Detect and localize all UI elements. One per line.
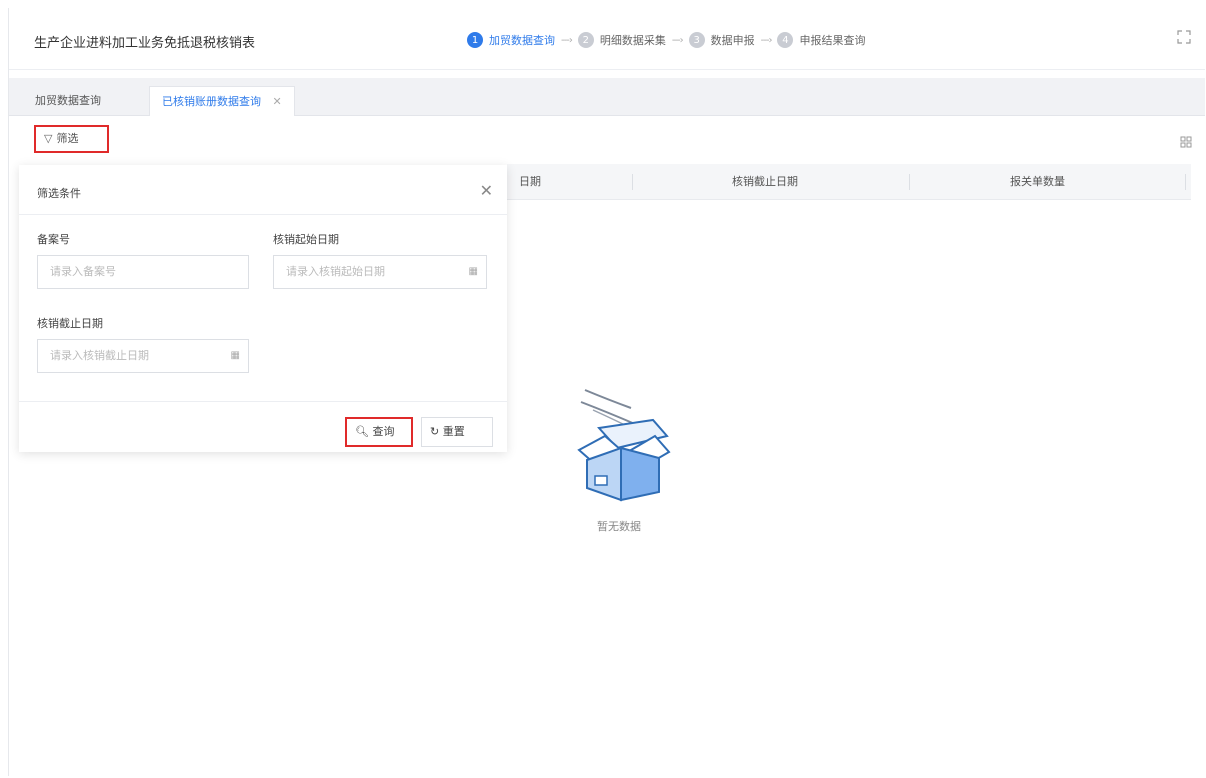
- column-divider: [909, 174, 910, 190]
- column-header[interactable]: 核销截止日期: [732, 164, 798, 200]
- column-header[interactable]: 报关单数量: [1010, 164, 1065, 200]
- step-2[interactable]: 2 明细数据采集: [577, 32, 666, 48]
- calendar-icon[interactable]: ▦: [231, 340, 240, 372]
- tab-label: 已核销账册数据查询: [162, 95, 261, 108]
- step-arrow-icon: ---›: [561, 34, 573, 46]
- record-no-input[interactable]: 请录入备案号: [37, 255, 249, 289]
- step-number: 3: [688, 32, 705, 48]
- step-label: 加贸数据查询: [489, 34, 555, 47]
- step-label: 数据申报: [710, 34, 755, 47]
- start-date-placeholder: 请录入核销起始日期: [286, 265, 385, 278]
- tab-trade-data-query[interactable]: 加贸数据查询: [23, 86, 113, 116]
- reset-button[interactable]: ↻ 重置: [421, 417, 493, 447]
- tab-label: 加贸数据查询: [35, 94, 101, 107]
- end-date-placeholder: 请录入核销截止日期: [50, 349, 149, 362]
- filter-panel-header: 筛选条件 ✕: [19, 165, 507, 215]
- start-date-label: 核销起始日期: [273, 233, 339, 246]
- end-date-input[interactable]: 请录入核销截止日期 ▦: [37, 339, 249, 373]
- step-1[interactable]: 1 加贸数据查询: [467, 32, 555, 48]
- step-3[interactable]: 3 数据申报: [688, 32, 755, 48]
- step-number: 1: [467, 32, 483, 48]
- step-number: 4: [777, 32, 794, 48]
- reset-label: 重置: [442, 425, 465, 438]
- column-header[interactable]: 日期: [519, 164, 541, 200]
- step-label: 申报结果查询: [799, 34, 866, 47]
- panel-divider: [19, 401, 507, 402]
- step-number: 2: [577, 32, 594, 48]
- column-divider: [1185, 174, 1186, 190]
- empty-box-icon: [569, 380, 689, 509]
- search-icon: 🔍︎: [355, 425, 369, 438]
- app-window: 生产企业进料加工业务免抵退税核销表 1 加贸数据查询 ---› 2 明细数据采集…: [8, 8, 1205, 776]
- empty-state-text: 暂无数据: [597, 520, 641, 533]
- tab-bar: 加贸数据查询 已核销账册数据查询 ✕: [9, 78, 1205, 116]
- search-label: 查询: [372, 425, 395, 438]
- tab-verified-account-query[interactable]: 已核销账册数据查询 ✕: [149, 86, 295, 116]
- close-icon[interactable]: ✕: [480, 181, 493, 200]
- end-date-label: 核销截止日期: [37, 317, 103, 330]
- step-4[interactable]: 4 申报结果查询: [777, 32, 865, 48]
- filter-button[interactable]: ▽ 筛选: [34, 125, 109, 153]
- top-header: 生产企业进料加工业务免抵退税核销表 1 加贸数据查询 ---› 2 明细数据采集…: [9, 8, 1205, 70]
- record-no-label: 备案号: [37, 233, 70, 246]
- grid-settings-icon[interactable]: [1180, 136, 1192, 151]
- step-label: 明细数据采集: [599, 34, 666, 47]
- step-indicator: 1 加贸数据查询 ---› 2 明细数据采集 ---› 3 数据申报 ---› …: [467, 32, 865, 48]
- filter-panel: 筛选条件 ✕ 备案号 请录入备案号 核销起始日期 请录入核销起始日期 ▦ 核销截…: [19, 165, 507, 452]
- step-arrow-icon: ---›: [760, 34, 773, 46]
- funnel-icon: ▽: [44, 132, 53, 145]
- filter-panel-title: 筛选条件: [37, 187, 81, 200]
- calendar-icon[interactable]: ▦: [469, 256, 478, 288]
- app-title: 生产企业进料加工业务免抵退税核销表: [34, 36, 256, 51]
- table-header: 日期 核销截止日期 报关单数量: [507, 164, 1191, 200]
- refresh-icon: ↻: [430, 425, 440, 438]
- filter-label: 筛选: [56, 132, 79, 145]
- start-date-input[interactable]: 请录入核销起始日期 ▦: [273, 255, 487, 289]
- fullscreen-icon[interactable]: [1177, 30, 1191, 44]
- column-divider: [632, 174, 633, 190]
- search-button[interactable]: 🔍︎ 查询: [345, 417, 413, 447]
- step-arrow-icon: ---›: [671, 34, 684, 46]
- close-icon[interactable]: ✕: [273, 95, 282, 108]
